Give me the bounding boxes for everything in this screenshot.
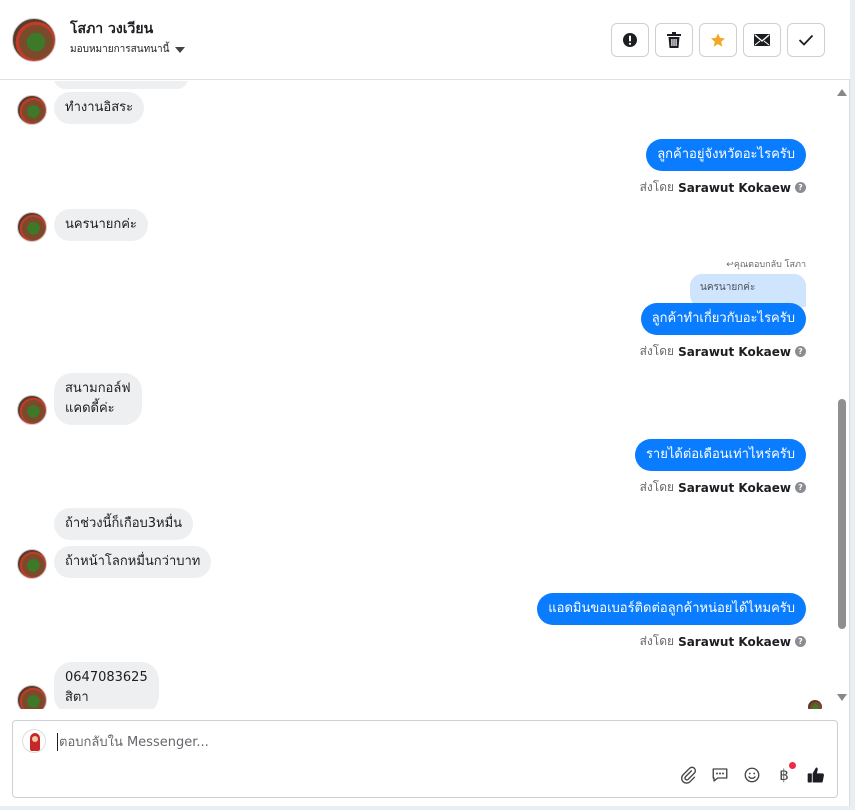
star-button[interactable] [699, 23, 737, 57]
saved-replies-button[interactable] [710, 765, 730, 785]
envelope-icon [754, 34, 770, 46]
sent-by-label: ส่งโดย Sarawut Kokaew ? [640, 342, 806, 361]
baht-icon: ฿ [779, 766, 789, 784]
exclamation-icon [623, 33, 637, 47]
help-icon[interactable]: ? [795, 636, 806, 647]
smiley-icon [744, 767, 760, 783]
message-list[interactable]: ทำงานอิสระ ลูกค้าอยู่จังหวัดอะไรครับ ส่ง… [0, 81, 834, 709]
sent-by-prefix: ส่งโดย [639, 180, 675, 194]
page-avatar-face [32, 736, 38, 742]
incoming-message[interactable]: นครนายกค่ะ [54, 209, 148, 241]
messenger-inbox: โสภา วงเวียน มอบหมายการสนทนานี้ ทำงานอิส… [0, 0, 850, 806]
reply-note: ↩คุณตอบกลับ โสภา [726, 257, 806, 271]
incoming-message[interactable]: ถ้าหน้าโลกหมื่นกว่าบาท [54, 546, 212, 578]
agent-name[interactable]: Sarawut Kokaew [678, 635, 791, 649]
outgoing-message[interactable]: ลูกค้าทำเกี่ยวกับอะไรครับ [640, 303, 806, 335]
contact-avatar-small [17, 212, 47, 242]
reply-input[interactable] [57, 733, 757, 751]
check-icon [798, 34, 814, 46]
attach-button[interactable] [678, 765, 698, 785]
help-icon[interactable]: ? [795, 482, 806, 493]
assign-label: มอบหมายการสนทนานี้ [70, 44, 170, 55]
delete-button[interactable] [655, 23, 693, 57]
scrollbar-thumb[interactable] [838, 399, 846, 629]
contact-avatar-small [17, 685, 47, 709]
contact-name[interactable]: โสภา วงเวียน [70, 18, 153, 40]
scroll-down-arrow-icon[interactable] [837, 694, 847, 701]
page-avatar [22, 729, 46, 753]
message-scrollbar[interactable] [834, 81, 850, 709]
composer-tools: ฿ [678, 762, 826, 785]
sent-by-label: ส่งโดย Sarawut Kokaew ? [640, 178, 806, 197]
mark-unread-button[interactable] [743, 23, 781, 57]
sent-by-prefix: ส่งโดย [639, 480, 675, 494]
spam-button[interactable] [611, 23, 649, 57]
sent-by-prefix: ส่งโดย [639, 344, 675, 358]
caret-down-icon [175, 46, 186, 53]
conversation-header: โสภา วงเวียน มอบหมายการสนทนานี้ [0, 0, 850, 80]
like-button[interactable] [806, 765, 826, 785]
incoming-message[interactable]: ถ้าช่วงนี้ก็เกือบ3หมื่น [54, 508, 194, 540]
header-actions [611, 23, 825, 57]
contact-avatar-small [17, 95, 47, 125]
incoming-message[interactable]: 0647083625 สิตา [54, 662, 159, 709]
contact-avatar-small [17, 549, 47, 579]
outgoing-message[interactable]: ลูกค้าอยู่จังหวัดอะไรครับ [646, 139, 806, 171]
chat-bubble-dots-icon [712, 768, 728, 782]
outgoing-message[interactable]: แอดมินขอเบอร์ติดต่อลูกค้าหน่อยได้ไหมครับ [537, 593, 806, 625]
agent-name[interactable]: Sarawut Kokaew [678, 181, 791, 195]
assign-conversation-dropdown[interactable]: มอบหมายการสนทนานี้ [70, 42, 186, 57]
agent-name[interactable]: Sarawut Kokaew [678, 345, 791, 359]
done-button[interactable] [787, 23, 825, 57]
reply-arrow-icon: ↩ [726, 260, 734, 270]
paperclip-icon [681, 766, 697, 784]
help-icon[interactable]: ? [795, 182, 806, 193]
thumbs-up-icon [807, 767, 824, 783]
payment-button[interactable]: ฿ [774, 762, 796, 785]
sent-by-label: ส่งโดย Sarawut Kokaew ? [640, 632, 806, 651]
reply-note-text: คุณตอบกลับ โสภา [733, 260, 806, 270]
outgoing-message[interactable]: รายได้ต่อเดือนเท่าไหร่ครับ [634, 439, 806, 471]
notification-dot [789, 762, 796, 769]
reply-composer: ฿ [12, 720, 838, 798]
contact-avatar[interactable] [12, 18, 56, 62]
sent-by-label: ส่งโดย Sarawut Kokaew ? [640, 478, 806, 497]
seen-indicator-avatar [808, 700, 822, 709]
star-icon [711, 33, 725, 47]
incoming-message[interactable]: ทำงานอิสระ [54, 92, 145, 124]
incoming-message[interactable]: สนามกอล์ฟ แคดดี้ค่ะ [54, 373, 142, 425]
message-bubble-partial [54, 81, 188, 89]
sent-by-prefix: ส่งโดย [639, 634, 675, 648]
emoji-button[interactable] [742, 765, 762, 785]
trash-icon [667, 32, 681, 48]
scroll-up-arrow-icon[interactable] [837, 89, 847, 96]
help-icon[interactable]: ? [795, 346, 806, 357]
agent-name[interactable]: Sarawut Kokaew [678, 481, 791, 495]
contact-avatar-small [17, 395, 47, 425]
